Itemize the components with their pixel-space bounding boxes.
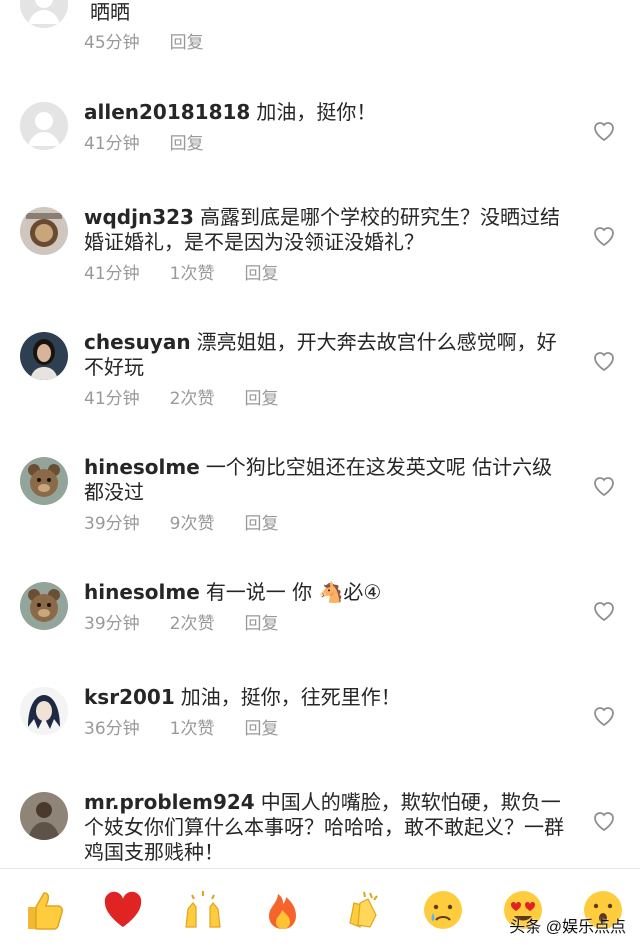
comment-content: 晒晒: [90, 0, 130, 24]
comment-time: 39分钟: [84, 514, 140, 534]
reply-button[interactable]: 回复: [244, 719, 278, 739]
reply-button[interactable]: 回复: [244, 614, 278, 634]
reply-button[interactable]: 回复: [170, 134, 204, 154]
comment-username[interactable]: allen20181818: [84, 100, 250, 124]
like-count[interactable]: 9次赞: [170, 514, 215, 534]
comment-text: 晒晒: [84, 0, 564, 25]
like-count[interactable]: 2次赞: [170, 614, 215, 634]
reply-button[interactable]: 回复: [244, 264, 278, 284]
comment-meta: 36分钟 1次赞 回复: [84, 718, 564, 740]
comment-text: hinesolme 一个狗比空姐还在这发英文呢 估计六级都没过: [84, 455, 564, 505]
like-heart-icon[interactable]: [592, 120, 616, 142]
comment-time: 39分钟: [84, 614, 140, 634]
avatar-anime[interactable]: [20, 687, 68, 735]
avatar-man[interactable]: [20, 792, 68, 840]
comment-meta: 41分钟 1次赞 回复: [84, 263, 564, 285]
like-heart-icon[interactable]: [592, 600, 616, 622]
comment-meta: 39分钟 9次赞 回复: [84, 513, 564, 535]
thumbs-up-icon[interactable]: [20, 887, 66, 933]
avatar-coffee[interactable]: [20, 207, 68, 255]
avatar-default[interactable]: [20, 102, 68, 150]
comment-time: 41分钟: [84, 134, 140, 154]
comment-list: 晒晒 45分钟 回复 allen20181818 加油，挺你！ 41分钟 回复 wqd…: [0, 0, 640, 868]
avatar-default[interactable]: [20, 0, 68, 28]
red-heart-icon[interactable]: [100, 887, 146, 933]
comment-time: 45分钟: [84, 33, 140, 53]
comment-username[interactable]: wqdjn323: [84, 205, 194, 229]
comment-username[interactable]: hinesolme: [84, 580, 200, 604]
like-heart-icon[interactable]: [592, 475, 616, 497]
comment-meta: 39分钟 2次赞 回复: [84, 613, 564, 635]
comment-content: 有一说一 你 🐴必④: [205, 580, 382, 604]
watermark-text: 头条 @娱乐点点: [509, 919, 626, 936]
clapping-hands-icon[interactable]: [340, 887, 386, 933]
comment-text: mr.problem924 中国人的嘴脸，欺软怕硬，欺负一个妓女你们算什么本事呀？…: [84, 790, 564, 865]
comment-time: 41分钟: [84, 264, 140, 284]
reply-button[interactable]: 回复: [170, 33, 204, 53]
like-count[interactable]: 1次赞: [170, 264, 215, 284]
crying-face-icon[interactable]: [420, 887, 466, 933]
comment-username[interactable]: hinesolme: [84, 455, 200, 479]
avatar-woman[interactable]: [20, 332, 68, 380]
comment-text: wqdjn323 高露到底是哪个学校的研究生？没晒过结婚证婚礼，是不是因为没领证没…: [84, 205, 564, 255]
like-heart-icon[interactable]: [592, 225, 616, 247]
like-heart-icon[interactable]: [592, 350, 616, 372]
raising-hands-icon[interactable]: [180, 887, 226, 933]
like-heart-icon[interactable]: [592, 705, 616, 727]
comment-time: 36分钟: [84, 719, 140, 739]
like-count[interactable]: 1次赞: [170, 719, 215, 739]
comment-username[interactable]: mr.problem924: [84, 790, 255, 814]
comment-content: 加油，挺你，往死里作！: [180, 685, 401, 709]
like-heart-icon[interactable]: [592, 810, 616, 832]
comment-text: chesuyan 漂亮姐姐，开大奔去故宫什么感觉啊，好不好玩: [84, 330, 564, 380]
avatar-bear[interactable]: [20, 582, 68, 630]
reply-button[interactable]: 回复: [244, 389, 278, 409]
comment-meta: 41分钟 回复: [84, 133, 564, 155]
comment-text: allen20181818 加油，挺你！: [84, 100, 564, 125]
like-count[interactable]: 2次赞: [170, 389, 215, 409]
avatar-bear[interactable]: [20, 457, 68, 505]
comment-username[interactable]: chesuyan: [84, 330, 191, 354]
comment-meta: 45分钟 回复: [84, 32, 564, 54]
emoji-reaction-bar: [0, 868, 640, 950]
comment-username[interactable]: ksr2001: [84, 685, 175, 709]
fire-icon[interactable]: [260, 887, 306, 933]
comment-text: ksr2001 加油，挺你，往死里作！: [84, 685, 564, 710]
comment-time: 41分钟: [84, 389, 140, 409]
comment-content: 加油，挺你！: [256, 100, 377, 124]
comment-meta: 41分钟 2次赞 回复: [84, 388, 564, 410]
reply-button[interactable]: 回复: [244, 514, 278, 534]
comment-text: hinesolme 有一说一 你 🐴必④: [84, 580, 564, 605]
